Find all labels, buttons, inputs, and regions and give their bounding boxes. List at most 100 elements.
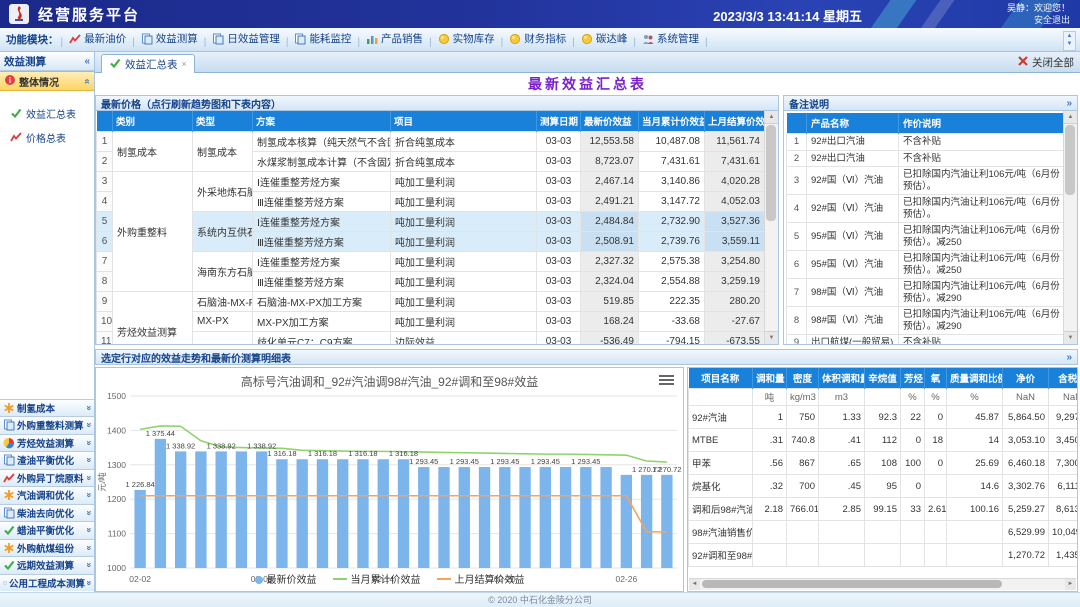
sidebar-group-渣油平衡优化[interactable]: 渣油平衡优化» [0, 451, 94, 469]
table-row[interactable]: 1制氢成本制氢成本制氢成本核算（纯天然气不含固定费用）折合纯氢成本03-0312… [97, 132, 765, 152]
sidebar-group-active[interactable]: i 整体情况 » [0, 71, 94, 91]
detail-cell: 2.85 [819, 498, 865, 521]
cell-month: 3,147.72 [639, 192, 705, 212]
chevron-down-icon[interactable]: » [84, 405, 94, 410]
notes-vscrollbar[interactable]: ▲ ▼ [1063, 111, 1077, 344]
chevron-down-icon[interactable]: » [84, 545, 94, 550]
chevron-down-icon[interactable]: » [84, 580, 94, 585]
sidebar-group-汽油调和优化[interactable]: 汽油调和优化» [0, 486, 94, 504]
menu-item-财务指标[interactable]: 财务指标 [505, 31, 570, 46]
list-item[interactable]: 492#国（Ⅵ）汽油已扣除国内汽油让利106元/吨（6月份预估）。 [787, 195, 1064, 223]
sidebar-group-外购异丁烷原料[interactable]: 外购异丁烷原料» [0, 469, 94, 487]
chevron-down-icon[interactable]: » [84, 493, 94, 498]
sidebar-group-芳烃效益测算[interactable]: 芳烃效益测算» [0, 434, 94, 452]
list-item[interactable]: 798#国（Ⅵ）汽油已扣除国内汽油让利106元/吨（6月份预估）。减290 [787, 279, 1064, 307]
blend-detail-table[interactable]: 项目名称调和量密度体积调和量辛烷值芳烃氧质量调和比例净价含税价作价原则吨kg/m… [688, 368, 1077, 567]
header-user-area: 吴静：欢迎您！ 安全退出 [1007, 2, 1070, 26]
menu-item-实物库存[interactable]: 实物库存 [434, 31, 499, 46]
price-table-vscrollbar[interactable]: ▲ ▼ [764, 111, 778, 344]
sidebar-group-蜡油平衡优化[interactable]: 蜡油平衡优化» [0, 521, 94, 539]
svg-text:1200: 1200 [107, 494, 126, 504]
notes-table[interactable]: 产品名称作价说明192#出口汽油不含补贴292#出口汽油不含补贴392#国（Ⅵ）… [786, 113, 1063, 344]
table-row[interactable]: 5系统内互供石脑油Ⅰ连催重整芳烃方案吨加工量利润03-032,484.842,7… [97, 212, 765, 232]
chart-hamburger-menu-icon[interactable] [659, 375, 674, 386]
detail-cell: 45.87 [947, 406, 1003, 429]
menu-item-产品销售[interactable]: 产品销售 [362, 31, 427, 46]
menu-item-日效益管理[interactable]: 日效益管理 [208, 31, 284, 46]
tab-benefit-summary[interactable]: 效益汇总表 × [101, 54, 195, 73]
sidebar-collapse-icon[interactable]: « [84, 56, 90, 67]
scrollbar-thumb[interactable] [702, 580, 1002, 588]
list-item[interactable]: 898#国（Ⅵ）汽油已扣除国内汽油让利106元/吨（6月份预估）。减290 [787, 307, 1064, 335]
cell-scheme: 歧化单元C7：C9方案 [253, 332, 391, 345]
notes-body: 产品名称作价说明192#出口汽油不含补贴292#出口汽油不含补贴392#国（Ⅵ）… [783, 111, 1078, 345]
sidebar-group-柴油去向优化[interactable]: 柴油去向优化» [0, 504, 94, 522]
menu-item-效益测算[interactable]: 效益测算 [137, 31, 202, 46]
table-row[interactable]: 92#汽油17501.3392.322045.875,864.509,297.0… [689, 406, 1078, 429]
bar-chart-icon [366, 33, 378, 45]
menu-item-能耗监控[interactable]: 能耗监控 [290, 31, 355, 46]
chevron-down-icon[interactable]: » [84, 423, 94, 428]
detail-hscrollbar[interactable]: ◄ ► [689, 578, 1076, 590]
chevron-down-icon[interactable]: » [84, 475, 94, 480]
table-row[interactable]: 98#汽油销售价格6,529.9910,049.00外销国VI98#汽油 [689, 521, 1078, 544]
sidebar-group-外购航煤组份[interactable]: 外购航煤组份» [0, 539, 94, 557]
list-item[interactable]: 595#国（Ⅵ）汽油已扣除国内汽油让利106元/吨（6月份预估）。减250 [787, 223, 1064, 251]
scroll-down-arrow-icon[interactable]: ▼ [765, 331, 778, 344]
list-item[interactable]: 392#国（Ⅵ）汽油已扣除国内汽油让利106元/吨（6月份预估）。 [787, 167, 1064, 195]
scroll-up-arrow-icon[interactable]: ▲ [1064, 111, 1077, 124]
table-row[interactable]: 烷基化.32700.4595014.63,302.766,111.00外购异辛烷… [689, 475, 1078, 498]
chevron-down-icon[interactable]: » [84, 440, 94, 445]
scrollbar-thumb[interactable] [1065, 125, 1075, 195]
latest-price-table[interactable]: 类别类型方案项目测算日期最新价效益当月累计价效益上月结算价效益1制氢成本制氢成本… [96, 111, 764, 344]
sidebar-group-公用工程成本测算[interactable]: 公用工程成本测算» [0, 574, 94, 592]
list-item[interactable]: 9出口航煤(一般贸易)不含补贴 [787, 335, 1064, 345]
tab-close-icon[interactable]: × [182, 59, 187, 69]
sidebar-group-远期效益测算[interactable]: 远期效益测算» [0, 556, 94, 574]
logout-link[interactable]: 安全退出 [1007, 14, 1070, 26]
legend-item[interactable]: 最新价效益 [255, 571, 317, 586]
menu-item-label: 实物库存 [453, 31, 495, 46]
trend-expand-icon[interactable]: » [1066, 352, 1072, 363]
sidebar-item-价格总表[interactable]: 价格总表 [10, 125, 94, 149]
scroll-right-arrow-icon[interactable]: ► [1065, 579, 1076, 590]
table-row[interactable]: 调和后98#汽油2.18766.012.8599.15332.61100.165… [689, 498, 1078, 521]
menu-item-碳达峰[interactable]: 碳达峰 [577, 31, 632, 46]
table-row[interactable]: 11歧化效益歧化单元C7：C9方案边际效益03-03-536.49-794.15… [97, 332, 765, 345]
table-row[interactable]: 9芳烃效益测算石脑油-MX-PX石脑油-MX-PX加工方案吨加工量利润03-03… [97, 292, 765, 312]
scrollbar-thumb[interactable] [766, 125, 776, 221]
notes-expand-icon[interactable]: » [1066, 98, 1072, 109]
chevron-down-icon[interactable]: » [84, 510, 94, 515]
list-item[interactable]: 695#国（Ⅵ）汽油已扣除国内汽油让利106元/吨（6月份预估）。减250 [787, 251, 1064, 279]
detail-cell [901, 544, 925, 567]
chevron-up-icon[interactable]: » [82, 78, 93, 84]
cell-item: 吨加工量利润 [391, 172, 537, 192]
table-row[interactable]: 92#调和至98#效益1,270.721,435.91 [689, 544, 1078, 567]
menubar-scroll-spinner[interactable]: ▲▼ [1063, 31, 1076, 51]
sidebar-group-外购重整料测算[interactable]: 外购重整料测算» [0, 416, 94, 434]
legend-item[interactable]: 当月累计价效益 [333, 571, 421, 586]
scroll-left-arrow-icon[interactable]: ◄ [689, 579, 700, 590]
sidebar-collapsed-groups: 制氢成本»外购重整料测算»芳烃效益测算»渣油平衡优化»外购异丁烷原料»汽油调和优… [0, 399, 94, 592]
table-row[interactable]: 7海南东方石脑油Ⅰ连催重整芳烃方案吨加工量利润03-032,327.322,57… [97, 252, 765, 272]
table-row[interactable]: MTBE.31740.8.41112018143,053.103,450.00外… [689, 429, 1078, 452]
scroll-up-arrow-icon[interactable]: ▲ [765, 111, 778, 124]
sidebar-group-制氢成本[interactable]: 制氢成本» [0, 399, 94, 417]
cell-latest: 519.85 [581, 292, 639, 312]
table-row[interactable]: 甲苯.56867.65108100025.696,460.187,300.00外… [689, 452, 1078, 475]
cell-latest: 2,467.14 [581, 172, 639, 192]
sidebar-item-效益汇总表[interactable]: 效益汇总表 [10, 101, 94, 125]
chevron-down-icon[interactable]: » [84, 563, 94, 568]
chevron-down-icon[interactable]: » [84, 528, 94, 533]
menu-separator: | [59, 37, 66, 48]
table-row[interactable]: 10MX-PXMX-PX加工方案吨加工量利润03-03168.24-33.68-… [97, 312, 765, 332]
menu-item-系统管理[interactable]: 系统管理 [638, 31, 703, 46]
legend-item[interactable]: 上月结算价效益 [437, 571, 525, 586]
close-all-button[interactable]: 关闭全部 [1017, 55, 1074, 70]
list-item[interactable]: 192#出口汽油不含补贴 [787, 134, 1064, 151]
menu-item-最新油价[interactable]: 最新油价 [65, 31, 130, 46]
scroll-down-arrow-icon[interactable]: ▼ [1064, 331, 1077, 344]
chevron-down-icon[interactable]: » [84, 458, 94, 463]
list-item[interactable]: 292#出口汽油不含补贴 [787, 150, 1064, 167]
table-row[interactable]: 3外购重整料外采地炼石脑油Ⅰ连催重整芳烃方案吨加工量利润03-032,467.1… [97, 172, 765, 192]
